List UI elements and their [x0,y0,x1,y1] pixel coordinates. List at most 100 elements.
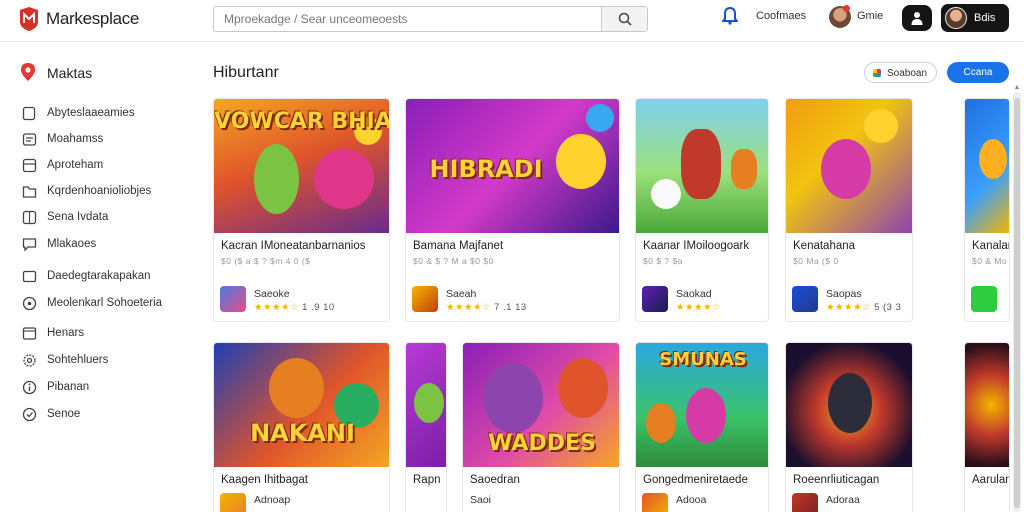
marketplace-logo-icon[interactable] [18,7,40,31]
game-art-title: VOWCAR BHIALIE [214,109,389,134]
sidebar-item-label: Sohtehluers [47,354,109,366]
publisher-name: Saokad [676,288,712,300]
game-thumbnail[interactable]: WADDES [463,343,619,467]
gear-icon [23,354,36,367]
rating-stars: ★★★★☆ 7 .1 13 [446,302,527,313]
game-title[interactable]: Roeenrliuticagan [793,474,879,486]
rating-value: 1 .9 10 [302,302,335,313]
game-thumbnail[interactable]: VOWCAR BHIALIE [214,99,389,233]
game-card[interactable]: Aarulann [964,342,1010,512]
sidebar-item-label: Henars [47,327,85,339]
filter-button[interactable]: Soaboan [864,62,937,83]
sidebar-item-10[interactable]: Sohtehluers [22,352,202,370]
game-thumbnail[interactable] [965,343,1009,467]
sidebar-item-1[interactable]: Abyteslaaeamies [22,105,202,123]
map-pin-icon [21,63,35,81]
game-card[interactable]: Kaanar IMoiloogoark $0 $ ? $a Saokad ★★★… [635,98,769,322]
game-title[interactable]: Gongedmeniretaede [643,474,748,486]
game-title[interactable]: Kacran IMoneatanbarnanios [221,240,366,252]
game-art-title: WADDES [488,431,596,456]
sidebar-item-label: Mlakaoes [47,238,97,250]
game-title[interactable]: Kaanar IMoiloogoark [643,240,749,252]
sidebar-item-label: Abyteslaaeamies [47,107,135,119]
game-card[interactable]: Roeenrliuticagan Adoraa [785,342,913,512]
sidebar-item-11[interactable]: Pibanan [22,379,202,397]
game-art-title: SMUNAS [659,349,747,370]
settings-icon [22,407,37,422]
game-thumbnail[interactable] [786,343,912,467]
game-card[interactable]: Kanalan $0 & Mo [964,98,1010,322]
notification-bell-icon[interactable] [722,7,738,25]
scroll-up-arrow-icon[interactable]: ▲ [1012,84,1022,92]
sidebar-item-3[interactable]: Aproteham [22,157,202,175]
game-link[interactable]: Gmie [857,10,883,22]
publisher-logo [971,286,997,312]
square-icon [22,106,36,121]
publisher-logo [412,286,438,312]
sidebar-item-6[interactable]: Mlakaoes [22,236,202,254]
rating-stars: ★★★★☆ 5 (3 3 [826,302,902,313]
publisher-name: Adooa [676,494,707,506]
search-bar [213,6,648,32]
game-title[interactable]: Kaagen Ihitbagat [221,474,308,486]
game-thumbnail[interactable] [786,99,912,233]
sidebar-item-9[interactable]: Henars [22,325,202,343]
game-thumbnail[interactable]: NAKANI [214,343,389,467]
user-avatar [945,7,967,29]
publisher-name: Saeah [446,288,477,300]
sidebar-item-2[interactable]: Moahamss [22,131,202,149]
publisher-name: Adnoap [254,494,291,506]
game-thumbnail[interactable] [406,343,446,467]
contact-link[interactable]: Coofmaes [756,10,806,22]
game-card[interactable]: VOWCAR BHIALIE Kacran IMoneatanbarnanios… [213,98,390,322]
game-title[interactable]: Rapn [413,474,441,486]
publisher-logo [642,493,668,512]
game-card[interactable]: Kenatahana $0 Ma ($ 0 Saopas ★★★★☆ 5 (3 3 [785,98,913,322]
game-title[interactable]: Aarulann [972,474,1009,486]
game-title[interactable]: Bamana Majfanet [413,240,503,252]
action-button[interactable]: Ccana [947,62,1009,83]
rating-stars: ★★★★☆ [676,302,722,313]
theme-toggle-button[interactable] [902,5,932,31]
sidebar-item-label: Sena Ivdata [47,211,109,223]
folder-icon [22,186,37,198]
publisher-logo [792,493,818,512]
publisher-logo [220,493,246,512]
game-title[interactable]: Kenatahana [793,240,855,252]
game-art-title: NAKANI [250,419,355,447]
dashboard-icon [22,133,37,146]
scrollbar-thumb[interactable] [1014,98,1020,508]
game-meta: $0 & Mo [972,256,1008,266]
sidebar-title: Maktas [47,65,93,81]
rating-value: 5 (3 3 [874,302,902,313]
page-title: Hiburtanr [213,64,279,81]
rect-icon [22,270,37,283]
circle-icon [22,296,37,311]
sidebar-item-8[interactable]: Meolenkarl Sohoeteria [22,295,202,313]
game-thumbnail[interactable] [965,99,1009,233]
sidebar-item-12[interactable]: Senoe [22,406,202,424]
sidebar-item-label: Senoe [47,408,81,420]
game-card[interactable]: NAKANI Kaagen Ihitbagat Adnoap [213,342,390,512]
search-input[interactable] [214,7,602,31]
game-card[interactable]: SMUNAS Gongedmeniretaede Adooa [635,342,769,512]
publisher-logo [642,286,668,312]
scrollbar[interactable] [1013,92,1021,512]
game-card[interactable]: Rapn [405,342,447,512]
sidebar-item-5[interactable]: Sena Ivdata [22,209,202,227]
sidebar-item-7[interactable]: Daedegtarakapakan [22,268,202,286]
game-thumbnail[interactable]: HIBRADI [406,99,619,233]
game-card[interactable]: HIBRADI Bamana Majfanet $0 & $ ? M a $0 … [405,98,620,322]
game-title[interactable]: Kanalan [972,240,1009,252]
brand-name[interactable]: Markesplace [46,9,139,29]
game-card[interactable]: WADDES Saoedran Saoi [462,342,620,512]
sidebar-item-4[interactable]: Kqrdenhoanioliobjes [22,183,202,201]
notification-dot [843,5,850,12]
user-menu-button[interactable]: Bdis [941,4,1009,32]
publisher-name: Saoi [470,494,492,506]
game-thumbnail[interactable]: SMUNAS [636,343,768,467]
game-title[interactable]: Saoedran [470,474,520,486]
user-name: Bdis [974,12,996,24]
search-button[interactable] [601,7,647,31]
game-thumbnail[interactable] [636,99,768,233]
